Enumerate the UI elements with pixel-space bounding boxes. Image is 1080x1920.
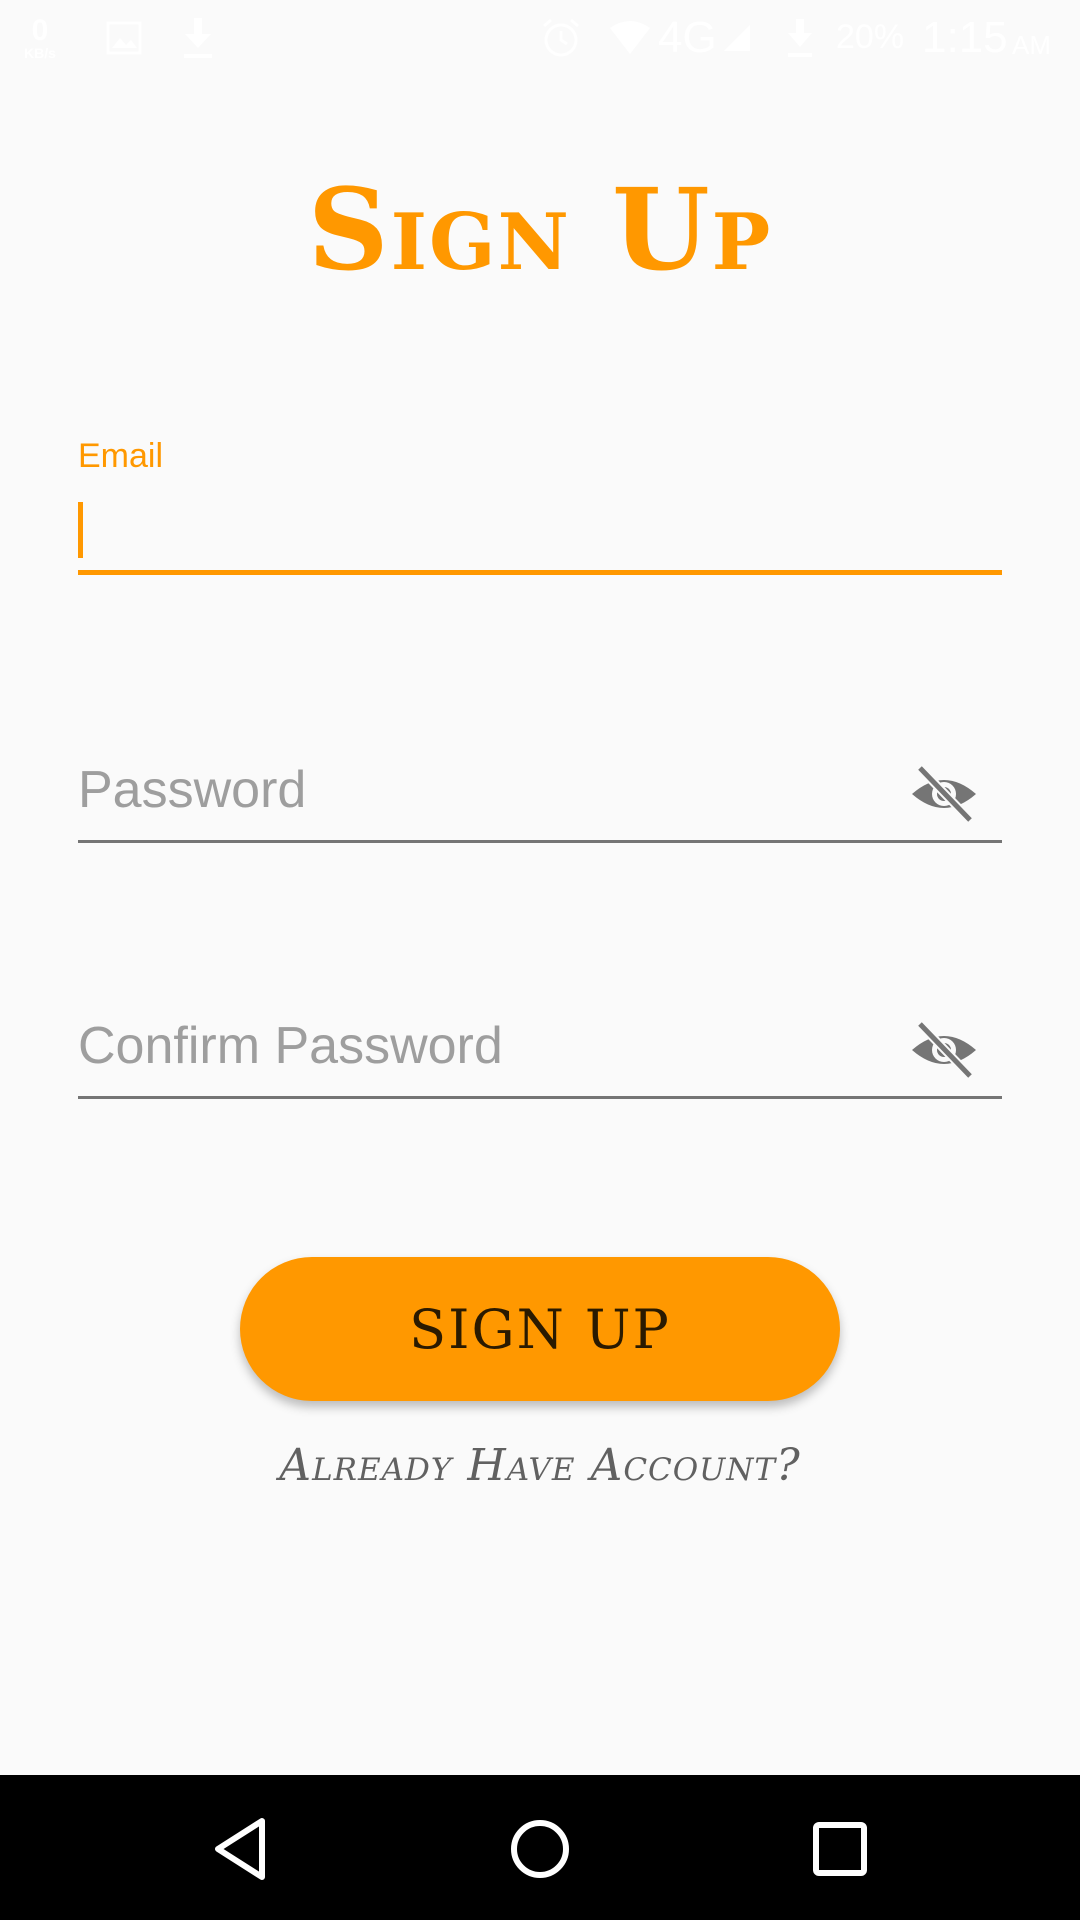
back-triangle-icon[interactable]	[204, 1811, 280, 1887]
clock-ampm: AM	[1012, 30, 1051, 60]
visibility-off-icon[interactable]	[910, 764, 978, 824]
home-circle-icon[interactable]	[502, 1811, 578, 1887]
network-type: 4G	[658, 12, 717, 62]
image-icon	[106, 0, 142, 75]
status-bar: 0 KB/s 4G 20% 1:15 AM	[0, 0, 1080, 75]
recent-apps-square-icon[interactable]	[802, 1811, 878, 1887]
alarm-icon	[540, 0, 582, 75]
confirm-password-input-container[interactable]: Confirm Password	[78, 996, 1002, 1099]
network-speed: 0 KB/s	[24, 0, 56, 75]
email-field[interactable]: Email	[78, 436, 1002, 575]
speed-unit: KB/s	[24, 44, 56, 61]
confirm-password-placeholder: Confirm Password	[78, 1017, 503, 1075]
battery-percent: 20%	[836, 18, 905, 56]
signal-icon	[722, 0, 752, 75]
password-field[interactable]: Password	[78, 740, 1002, 843]
password-input-container[interactable]: Password	[78, 740, 1002, 843]
page-title: Sign Up	[307, 165, 773, 296]
clock-time: 1:15	[922, 12, 1008, 62]
wifi-icon	[608, 0, 652, 75]
speed-value: 0	[31, 13, 49, 47]
email-input-container[interactable]	[78, 484, 1002, 575]
navigation-bar	[0, 1775, 1080, 1920]
password-placeholder: Password	[78, 761, 307, 819]
email-input[interactable]	[78, 484, 1002, 570]
signup-screen: 0 KB/s 4G 20% 1:15 AM Sign Up Email Pass…	[0, 0, 1080, 1920]
charging-icon	[784, 0, 816, 75]
confirm-password-field[interactable]: Confirm Password	[78, 996, 1002, 1099]
already-have-account-link[interactable]: Already Have Account?	[0, 1440, 1080, 1491]
download-icon	[180, 0, 216, 75]
signup-button[interactable]: SIGN UP	[240, 1257, 840, 1401]
visibility-off-icon[interactable]	[910, 1020, 978, 1080]
email-label: Email	[78, 437, 164, 475]
